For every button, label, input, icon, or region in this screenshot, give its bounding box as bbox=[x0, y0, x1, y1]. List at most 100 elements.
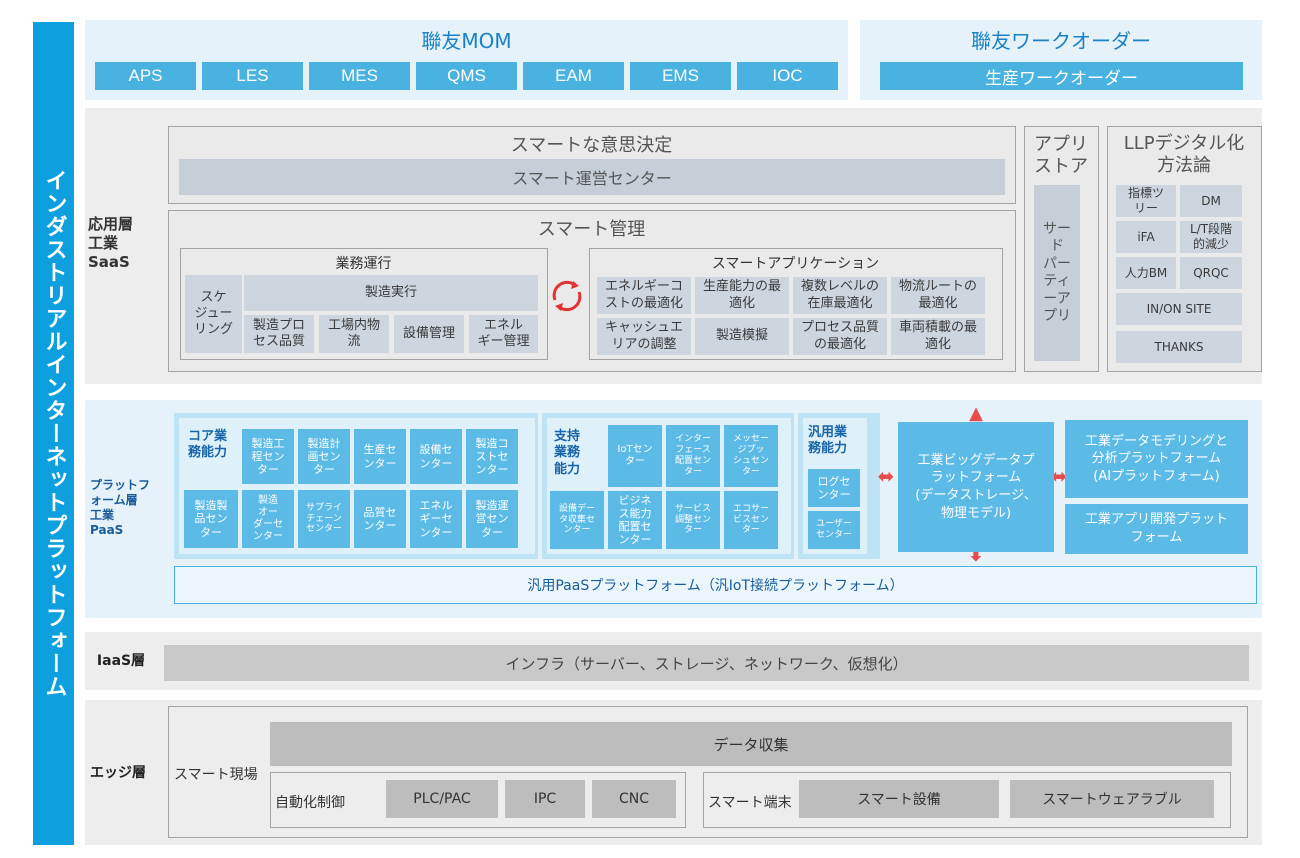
up-arrow-icon: ▲ bbox=[969, 402, 983, 424]
industrial-bigdata-platform[interactable]: 工業ビッグデータプ ラットフォーム (データストレージ、 物理モデル) bbox=[898, 422, 1054, 552]
core-item[interactable]: 製造運 営セン ター bbox=[466, 490, 518, 548]
mom-module-les[interactable]: LES bbox=[202, 62, 303, 90]
llp-item[interactable]: DM bbox=[1180, 185, 1242, 217]
core-item[interactable]: 製造計 画セン ター bbox=[298, 429, 350, 484]
business-operation-panel: 業務運行 スケ ジュー リング 製造実行 製造プロ セス品質 工場内物 流 設備… bbox=[180, 248, 548, 360]
side-title: インダストリアルインターネットプラットフォーム bbox=[33, 22, 74, 845]
support-item[interactable]: メッセー ジプッ シュセン ター bbox=[724, 425, 778, 487]
support-item[interactable]: インター フェース 配置セン ター bbox=[666, 425, 720, 487]
app-store-panel: アプリ ストア サー ド パー ティ ーア プリ bbox=[1024, 126, 1099, 372]
general-paas-platform[interactable]: 汎用PaaSプラットフォーム（汎IoT接続プラットフォーム） bbox=[174, 566, 1257, 604]
llp-in-on-site[interactable]: IN/ON SITE bbox=[1116, 293, 1242, 325]
plc-pac-cell[interactable]: PLC/PAC bbox=[386, 780, 498, 818]
support-item[interactable]: IoTセン ター bbox=[608, 425, 662, 487]
mom-module-ioc[interactable]: IOC bbox=[737, 62, 838, 90]
general-business-title: 汎用業 務能力 bbox=[808, 425, 848, 457]
edge-label: エッジ層 bbox=[90, 765, 146, 781]
general-business-panel: 汎用業 務能力 ログセ ンター ユーザー センター bbox=[798, 413, 880, 559]
llp-item[interactable]: 指標ツ リー bbox=[1116, 185, 1176, 217]
workorder-title: 聯友ワークオーダー bbox=[971, 28, 1151, 53]
llp-item[interactable]: iFA bbox=[1116, 221, 1176, 253]
automation-control-label: 自動化制御 bbox=[275, 795, 345, 811]
paas-label: プラットフ ォーム層 工業 PaaS bbox=[90, 478, 151, 537]
process-quality-cell[interactable]: 製造プロ セス品質 bbox=[244, 315, 314, 353]
llp-title: LLPデジタル化 方法論 bbox=[1123, 132, 1245, 177]
smart-operation-center[interactable]: スマート運営センター bbox=[179, 159, 1005, 195]
mom-modules: APS LES MES QMS EAM EMS IOC bbox=[95, 62, 838, 90]
app-dev-platform[interactable]: 工業アプリ開発プラット フォーム bbox=[1065, 504, 1248, 554]
smart-app-item[interactable]: 複数レベルの 在庫最適化 bbox=[793, 277, 887, 314]
ipc-cell[interactable]: IPC bbox=[505, 780, 585, 818]
mom-title: 聯友MOM bbox=[421, 28, 512, 53]
mom-module-mes[interactable]: MES bbox=[309, 62, 410, 90]
workorder-module[interactable]: 生産ワークオーダー bbox=[880, 62, 1243, 90]
infrastructure-bar[interactable]: インフラ（サーバー、ストレージ、ネットワーク、仮想化） bbox=[164, 645, 1249, 681]
support-bottom-row: 設備デー タ収集セ ンター ビジネ ス能力 配置セ ンター サービス 調整セン … bbox=[550, 491, 778, 549]
app-store-title: アプリ ストア bbox=[1034, 134, 1088, 177]
saas-label: 応用層 工業 SaaS bbox=[88, 215, 134, 271]
llp-grid: 指標ツ リー DM iFA L/T段階 的減少 人力BM QRQC bbox=[1116, 185, 1242, 289]
core-item[interactable]: 製造コ ストセ ンター bbox=[466, 429, 518, 484]
smart-field-label: スマート現場 bbox=[174, 767, 258, 783]
smart-app-item[interactable]: プロセス品質 の最適化 bbox=[793, 318, 887, 355]
smart-app-item[interactable]: キャッシュエ リアの調整 bbox=[597, 318, 691, 355]
llp-thanks[interactable]: THANKS bbox=[1116, 331, 1242, 363]
llp-panel: LLPデジタル化 方法論 指標ツ リー DM iFA L/T段階 的減少 人力B… bbox=[1107, 126, 1262, 372]
mom-module-aps[interactable]: APS bbox=[95, 62, 196, 90]
smart-decision-title: スマートな意思決定 bbox=[510, 135, 673, 156]
smart-app-item[interactable]: エネルギーコ ストの最適化 bbox=[597, 277, 691, 314]
support-item[interactable]: サービス 調整セン ター bbox=[666, 491, 720, 549]
mom-module-eam[interactable]: EAM bbox=[523, 62, 624, 90]
core-item[interactable]: 製造工 程セン ター bbox=[242, 429, 294, 484]
support-item[interactable]: 設備デー タ収集セ ンター bbox=[550, 491, 604, 549]
data-modeling-platform[interactable]: 工業データモデリングと 分析プラットフォーム (AIプラットフォーム) bbox=[1065, 420, 1248, 498]
business-operation-title: 業務運行 bbox=[335, 256, 392, 272]
factory-logistics-cell[interactable]: 工場内物 流 bbox=[319, 315, 389, 353]
llp-item[interactable]: L/T段階 的減少 bbox=[1180, 221, 1242, 253]
smart-app-item[interactable]: 生産能力の最 適化 bbox=[695, 277, 789, 314]
core-top-row: 製造工 程セン ター 製造計 画セン ター 生産セ ンター 設備セ ンター 製造… bbox=[242, 429, 518, 484]
core-item[interactable]: サプライ チェーン センター bbox=[298, 490, 350, 548]
core-item[interactable]: 生産セ ンター bbox=[354, 429, 406, 484]
equipment-management-cell[interactable]: 設備管理 bbox=[394, 315, 464, 353]
core-bottom-row: 製造製 品セン ター 製造 オー ダーセ ンター サプライ チェーン センター … bbox=[184, 490, 518, 548]
manufacturing-execution-cell[interactable]: 製造実行 bbox=[244, 275, 538, 311]
smart-app-item[interactable]: 製造模擬 bbox=[695, 318, 789, 355]
smart-applications-grid: エネルギーコ ストの最適化 生産能力の最 適化 複数レベルの 在庫最適化 物流ル… bbox=[597, 277, 985, 355]
smart-app-item[interactable]: 物流ルートの 最適化 bbox=[891, 277, 985, 314]
core-item[interactable]: 製造製 品セン ター bbox=[184, 490, 238, 548]
llp-item[interactable]: 人力BM bbox=[1116, 257, 1176, 289]
smart-terminal-label: スマート端末 bbox=[708, 795, 792, 811]
bidirectional-arrow-icon: ⬌ bbox=[877, 464, 895, 488]
support-top-row: IoTセン ター インター フェース 配置セン ター メッセー ジプッ シュセン… bbox=[608, 425, 778, 487]
smart-app-item[interactable]: 車両積載の最 適化 bbox=[891, 318, 985, 355]
smart-wearable-cell[interactable]: スマートウェアラブル bbox=[1010, 780, 1214, 818]
mom-section: 聯友MOM APS LES MES QMS EAM EMS IOC bbox=[85, 20, 848, 100]
user-center[interactable]: ユーザー センター bbox=[808, 511, 860, 549]
smart-equipment-cell[interactable]: スマート設備 bbox=[799, 780, 999, 818]
smart-applications-title: スマートアプリケーション bbox=[711, 256, 880, 272]
support-item[interactable]: エコサー ビスセン ター bbox=[724, 491, 778, 549]
data-collection-bar[interactable]: データ収集 bbox=[270, 722, 1232, 766]
mom-module-ems[interactable]: EMS bbox=[630, 62, 731, 90]
log-center[interactable]: ログセ ンター bbox=[808, 469, 860, 507]
energy-management-cell[interactable]: エネル ギー管理 bbox=[469, 315, 538, 353]
core-business-title: コア業 務能力 bbox=[188, 429, 228, 461]
third-party-apps[interactable]: サー ド パー ティ ーア プリ bbox=[1034, 185, 1080, 361]
cnc-cell[interactable]: CNC bbox=[592, 780, 676, 818]
core-item[interactable]: 設備セ ンター bbox=[410, 429, 462, 484]
core-business-panel: コア業 務能力 製造工 程セン ター 製造計 画セン ター 生産セ ンター 設備… bbox=[174, 413, 538, 559]
core-item[interactable]: エネル ギーセ ンター bbox=[410, 490, 462, 548]
scheduling-cell[interactable]: スケ ジュー リング bbox=[185, 275, 242, 353]
core-item[interactable]: 製造 オー ダーセ ンター bbox=[242, 490, 294, 548]
mom-module-qms[interactable]: QMS bbox=[416, 62, 517, 90]
cycle-arrows-icon bbox=[552, 280, 582, 312]
smart-management-title: スマート管理 bbox=[537, 219, 646, 240]
llp-item[interactable]: QRQC bbox=[1180, 257, 1242, 289]
support-item[interactable]: ビジネ ス能力 配置セ ンター bbox=[608, 491, 662, 549]
workorder-section: 聯友ワークオーダー 生産ワークオーダー bbox=[860, 20, 1262, 100]
smart-decision-panel: スマートな意思決定 スマート運営センター bbox=[168, 126, 1016, 204]
smart-applications-panel: スマートアプリケーション エネルギーコ ストの最適化 生産能力の最 適化 複数レ… bbox=[589, 248, 1003, 360]
core-item[interactable]: 品質セ ンター bbox=[354, 490, 406, 548]
support-business-title: 支持 業務 能力 bbox=[554, 429, 581, 477]
